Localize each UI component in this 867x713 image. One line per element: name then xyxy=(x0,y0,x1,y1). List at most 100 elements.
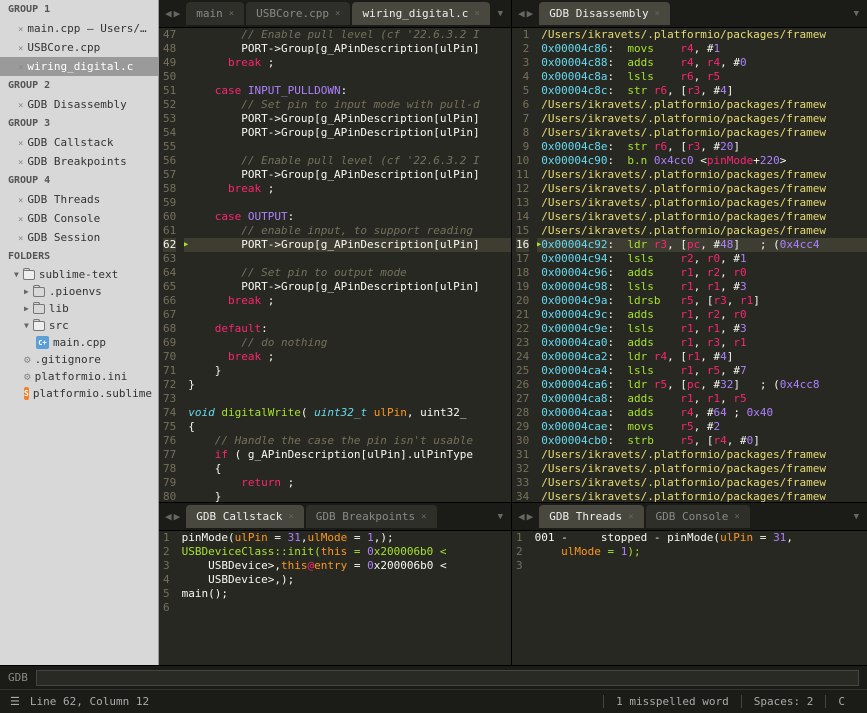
gear-icon: ⚙ xyxy=(24,370,31,383)
sidebar-item[interactable]: ×GDB Threads xyxy=(0,190,158,209)
sidebar-item[interactable]: ×GDB Disassembly xyxy=(0,95,158,114)
pane-top-left: ◀▶ main×USBCore.cpp×wiring_digital.c× ▼ … xyxy=(159,0,512,502)
tree-item[interactable]: ▶lib xyxy=(0,300,158,317)
close-icon[interactable]: × xyxy=(18,139,23,149)
nav-back-icon[interactable]: ◀ xyxy=(518,510,525,523)
tree-item-label: src xyxy=(49,319,69,332)
tree-item[interactable]: C+ main.cpp xyxy=(0,334,158,351)
folder-icon xyxy=(33,287,45,297)
execution-arrow-icon: ▶ xyxy=(184,238,188,252)
tab-menu-icon[interactable]: ▼ xyxy=(490,9,511,19)
syntax-status[interactable]: C xyxy=(825,695,857,708)
nav-back-icon[interactable]: ◀ xyxy=(165,510,172,523)
tab[interactable]: wiring_digital.c × xyxy=(352,2,489,25)
sidebar-item[interactable]: ×GDB Callstack xyxy=(0,133,158,152)
close-icon[interactable]: × xyxy=(734,512,739,522)
tree-item-label: platformio.sublime xyxy=(33,387,152,400)
close-icon[interactable]: × xyxy=(229,9,234,19)
sidebar-item[interactable]: ×GDB Console xyxy=(0,209,158,228)
close-icon[interactable]: × xyxy=(18,158,23,168)
nav-back-icon[interactable]: ◀ xyxy=(165,7,172,20)
chevron-right-icon: ▶ xyxy=(24,287,29,296)
tree-item-label: lib xyxy=(49,302,69,315)
nav-back-icon[interactable]: ◀ xyxy=(518,7,525,20)
close-icon[interactable]: × xyxy=(18,234,23,244)
tab-menu-icon[interactable]: ▼ xyxy=(846,9,867,19)
tree-item[interactable]: ▼ src xyxy=(0,317,158,334)
tab[interactable]: GDB Breakpoints × xyxy=(306,505,437,528)
nav-fwd-icon[interactable]: ▶ xyxy=(174,7,181,20)
status-bar: ☰ Line 62, Column 12 1 misspelled word S… xyxy=(0,689,867,713)
gdb-prompt: GDB xyxy=(0,665,867,689)
pane-bot-right: ◀▶ GDB Threads × GDB Console × ▼ 123001 - s… xyxy=(512,503,867,665)
tab-label: GDB Breakpoints xyxy=(316,510,415,523)
close-icon[interactable]: × xyxy=(655,9,660,19)
tab-menu-icon[interactable]: ▼ xyxy=(490,512,511,522)
panel-icon[interactable]: ☰ xyxy=(10,695,20,708)
tab[interactable]: GDB Disassembly× xyxy=(539,2,670,25)
sidebar-item[interactable]: ×wiring_digital.c xyxy=(0,57,158,76)
execution-arrow-icon: ▶ xyxy=(537,238,541,252)
indent-status[interactable]: Spaces: 2 xyxy=(741,695,826,708)
tab-label: wiring_digital.c xyxy=(362,7,468,20)
gdb-label: GDB xyxy=(8,671,28,684)
close-icon[interactable]: × xyxy=(18,101,23,111)
editor[interactable]: 123001 - stopped - pinMode(ulPin = 31, u… xyxy=(512,531,867,665)
tree-item[interactable]: ⚙ platformio.ini xyxy=(0,368,158,385)
nav-fwd-icon[interactable]: ▶ xyxy=(527,510,534,523)
close-icon[interactable]: × xyxy=(288,512,293,522)
sidebar-item[interactable]: ×GDB Breakpoints xyxy=(0,152,158,171)
tab[interactable]: main× xyxy=(186,2,244,25)
tree-item-label: main.cpp xyxy=(53,336,106,349)
nav-fwd-icon[interactable]: ▶ xyxy=(174,510,181,523)
tab[interactable]: GDB Threads × xyxy=(539,505,643,528)
tab-label: GDB Console xyxy=(656,510,729,523)
tree-item[interactable]: Splatformio.sublime xyxy=(0,385,158,402)
editor[interactable]: 1234567891011121314151617181920212223242… xyxy=(512,28,867,502)
folder-icon xyxy=(33,321,45,331)
close-icon[interactable]: × xyxy=(18,215,23,225)
tab[interactable]: USBCore.cpp × xyxy=(246,2,350,25)
tree-item[interactable]: ▼sublime-text xyxy=(0,266,158,283)
close-icon[interactable]: × xyxy=(18,196,23,206)
editor[interactable]: 123456pinMode(ulPin = 31,ulMode = 1,);US… xyxy=(159,531,511,665)
tab[interactable]: GDB Callstack × xyxy=(186,505,304,528)
sublime-icon: S xyxy=(24,387,29,400)
tree-item[interactable]: ▶ .pioenvs xyxy=(0,283,158,300)
tab[interactable]: GDB Console × xyxy=(646,505,750,528)
chevron-down-icon: ▼ xyxy=(14,270,19,279)
chevron-down-icon: ▼ xyxy=(24,321,29,330)
pane-top-right: ◀▶ GDB Disassembly× ▼ 123456789101112131… xyxy=(512,0,867,502)
tabbar: ◀▶ main× USBCore.cpp × wiring_digital.c × ▼ xyxy=(159,0,511,28)
tab-label: USBCore.cpp xyxy=(256,7,329,20)
sidebar-item[interactable]: ×main.cpp — Users/…/sa xyxy=(0,19,158,38)
tree-item-label: .pioenvs xyxy=(49,285,102,298)
close-icon[interactable]: × xyxy=(421,512,426,522)
cursor-position: Line 62, Column 12 xyxy=(30,695,149,708)
group-header: GROUP 3 xyxy=(0,114,158,133)
pane-bot-left: ◀▶ GDB Callstack × GDB Breakpoints × ▼ 1234… xyxy=(159,503,512,665)
editor[interactable]: 4748495051525354555657585960616263646566… xyxy=(159,28,511,502)
tab-label: GDB Callstack xyxy=(196,510,282,523)
close-icon[interactable]: × xyxy=(18,25,23,35)
group-header: GROUP 4 xyxy=(0,171,158,190)
spell-status[interactable]: 1 misspelled word xyxy=(603,695,741,708)
close-icon[interactable]: × xyxy=(18,44,23,54)
gdb-input[interactable] xyxy=(36,670,859,686)
close-icon[interactable]: × xyxy=(18,63,23,73)
nav-fwd-icon[interactable]: ▶ xyxy=(527,7,534,20)
tab-label: GDB Threads xyxy=(549,510,622,523)
close-icon[interactable]: × xyxy=(474,9,479,19)
tree-item-label: platformio.ini xyxy=(35,370,128,383)
sidebar-item[interactable]: ×USBCore.cpp xyxy=(0,38,158,57)
tree-item-label: .gitignore xyxy=(35,353,101,366)
cpp-icon: C+ xyxy=(36,336,49,349)
close-icon[interactable]: × xyxy=(628,512,633,522)
folder-icon xyxy=(33,304,45,314)
close-icon[interactable]: × xyxy=(335,9,340,19)
editor-area: ◀▶ main×USBCore.cpp×wiring_digital.c× ▼ … xyxy=(159,0,867,665)
tab-menu-icon[interactable]: ▼ xyxy=(846,512,867,522)
sidebar-item[interactable]: ×GDB Session xyxy=(0,228,158,247)
group-header: GROUP 1 xyxy=(0,0,158,19)
tree-item[interactable]: ⚙.gitignore xyxy=(0,351,158,368)
